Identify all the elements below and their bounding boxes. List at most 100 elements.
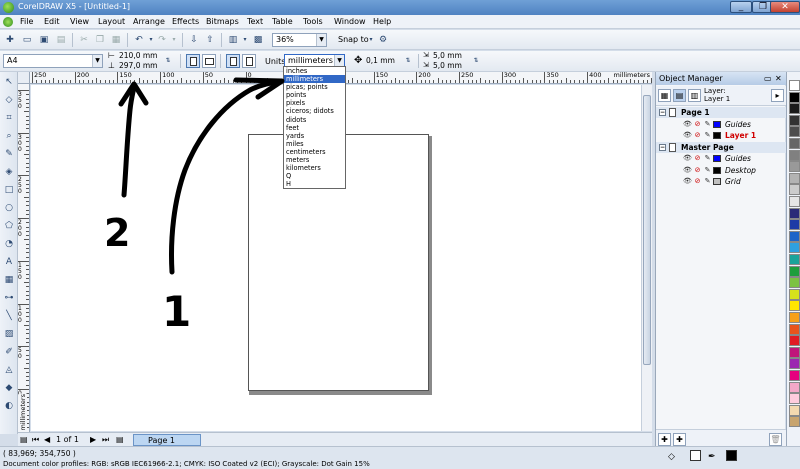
nudge-distance-input[interactable]: 0,1 mm (366, 56, 395, 66)
chevron-down-icon[interactable]: ▼ (92, 55, 102, 67)
units-option[interactable]: picas; points (284, 83, 345, 91)
spin-arrows-icon[interactable]: ⇅ (162, 55, 174, 67)
crop-tool-icon[interactable]: ⌗ (3, 112, 15, 124)
ruler-origin[interactable] (18, 72, 30, 84)
palette-swatch[interactable] (789, 149, 800, 161)
coreldraw-app-icon[interactable] (3, 2, 14, 13)
current-page-button[interactable] (242, 54, 256, 68)
collapse-icon[interactable]: − (659, 143, 666, 151)
eye-icon[interactable]: 👁 (683, 120, 692, 128)
units-option[interactable]: miles (284, 140, 345, 148)
menu-tools[interactable]: Tools (303, 17, 323, 26)
duplicate-y-input[interactable]: 5,0 mm (433, 61, 462, 71)
fill-tool-icon[interactable]: ◆ (3, 382, 15, 394)
menu-effects[interactable]: Effects (172, 17, 199, 26)
dimension-tool-icon[interactable]: ⊶ (3, 292, 15, 304)
collapse-icon[interactable]: − (659, 109, 666, 116)
launcher-dropdown-icon[interactable]: ▾ (239, 34, 251, 46)
palette-swatch[interactable] (789, 358, 800, 370)
portrait-button[interactable] (186, 54, 200, 68)
palette-swatch[interactable] (789, 265, 800, 277)
menu-bitmaps[interactable]: Bitmaps (206, 17, 239, 26)
shape-tool-icon[interactable]: ◇ (3, 94, 15, 106)
printer-disabled-icon[interactable]: ⊘ (694, 166, 701, 174)
menu-file[interactable]: File (20, 17, 33, 26)
options-icon[interactable]: ⚙ (377, 34, 389, 46)
lock-pencil-icon[interactable]: ✎ (704, 166, 711, 174)
previous-page-icon[interactable]: ◀ (44, 435, 50, 444)
outline-tool-icon[interactable]: ◬ (3, 364, 15, 376)
tree-layer-row[interactable]: 👁 ⊘ ✎ Desktop (656, 165, 786, 176)
palette-swatch[interactable] (789, 277, 800, 289)
last-page-icon[interactable]: ⏭ (102, 435, 109, 445)
tree-layer-row[interactable]: 👁 ⊘ ✎ Guides (656, 153, 786, 164)
units-option[interactable]: ciceros; didots (284, 107, 345, 115)
redo-dropdown-icon[interactable]: ▾ (168, 34, 180, 46)
docker-minimize-icon[interactable]: ▭ (764, 72, 772, 85)
lock-pencil-icon[interactable]: ✎ (704, 120, 711, 128)
eye-icon[interactable]: 👁 (683, 166, 692, 174)
units-option[interactable]: millimeters (284, 75, 345, 84)
layer-color-swatch[interactable] (713, 178, 721, 185)
spin-arrows-icon[interactable]: ⇅ (470, 55, 482, 67)
palette-swatch[interactable] (789, 80, 800, 91)
redo-icon[interactable]: ↷ (156, 34, 168, 46)
open-folder-icon[interactable]: ▭ (21, 34, 33, 46)
duplicate-x-input[interactable]: 5,0 mm (433, 51, 462, 61)
units-option[interactable]: feet (284, 124, 345, 132)
page-width-input[interactable]: 210,0 mm (119, 51, 157, 61)
next-page-icon[interactable]: ▶ (90, 435, 96, 444)
add-page-icon[interactable]: ▤ (116, 435, 124, 444)
import-icon[interactable]: ⇩ (188, 34, 200, 46)
printer-disabled-icon[interactable]: ⊘ (694, 132, 701, 139)
undo-icon[interactable]: ↶ (133, 34, 145, 46)
printer-disabled-icon[interactable]: ⊘ (694, 155, 701, 162)
rectangle-tool-icon[interactable]: □ (3, 184, 15, 196)
landscape-button[interactable] (202, 54, 216, 68)
spin-arrows-icon[interactable]: ⇅ (402, 55, 414, 67)
docker-menu-icon[interactable]: ▸ (771, 89, 784, 102)
freehand-tool-icon[interactable]: ✎ (3, 148, 15, 160)
palette-swatch[interactable] (789, 114, 800, 126)
new-document-icon[interactable]: ✚ (4, 34, 16, 46)
document-icon[interactable] (3, 17, 13, 27)
layer-color-swatch[interactable] (713, 166, 721, 174)
lock-pencil-icon[interactable]: ✎ (704, 155, 711, 162)
basic-shapes-tool-icon[interactable]: ◔ (3, 238, 15, 250)
color-profiles[interactable]: Document color profiles: RGB: sRGB IEC61… (3, 460, 370, 468)
printer-disabled-icon[interactable]: ⊘ (694, 178, 701, 185)
new-master-layer-icon[interactable]: ✚ (673, 433, 686, 446)
page-tab[interactable]: Page 1 (133, 434, 201, 446)
palette-swatch[interactable] (789, 103, 800, 115)
printer-disabled-icon[interactable]: ⊘ (694, 120, 701, 128)
palette-swatch[interactable] (789, 126, 800, 138)
minimize-button[interactable]: _ (730, 1, 752, 13)
palette-swatch[interactable] (789, 393, 800, 405)
palette-swatch[interactable] (789, 91, 800, 103)
blend-tool-icon[interactable]: ▨ (3, 328, 15, 340)
fill-swatch[interactable] (690, 450, 701, 461)
palette-swatch[interactable] (789, 184, 800, 196)
zoom-levels-combo[interactable]: 36% ▼ (272, 33, 327, 47)
delete-icon[interactable]: 🗑 (769, 433, 782, 446)
tree-page-row[interactable]: − Page 1 (656, 107, 786, 118)
palette-swatch[interactable] (789, 323, 800, 335)
palette-swatch[interactable] (789, 346, 800, 358)
outline-swatch[interactable] (726, 450, 737, 461)
eye-icon[interactable]: 👁 (683, 178, 692, 185)
units-option[interactable]: inches (284, 67, 345, 75)
units-option[interactable]: Q (284, 172, 345, 180)
pick-tool-icon[interactable]: ↖ (3, 76, 15, 88)
page-size-combo[interactable]: A4 ▼ (3, 54, 103, 68)
paste-icon[interactable]: ▦ (110, 34, 122, 46)
palette-swatch[interactable] (789, 161, 800, 173)
table-tool-icon[interactable]: ▦ (3, 274, 15, 286)
menu-layout[interactable]: Layout (98, 17, 125, 26)
units-option[interactable]: yards (284, 132, 345, 140)
save-icon[interactable]: ▣ (38, 34, 50, 46)
lock-pencil-icon[interactable]: ✎ (704, 132, 711, 139)
palette-swatch[interactable] (789, 381, 800, 393)
new-layer-icon[interactable]: ✚ (658, 433, 671, 446)
palette-swatch[interactable] (789, 370, 800, 381)
tree-layer-row[interactable]: 👁 ⊘ ✎ Grid (656, 176, 786, 187)
